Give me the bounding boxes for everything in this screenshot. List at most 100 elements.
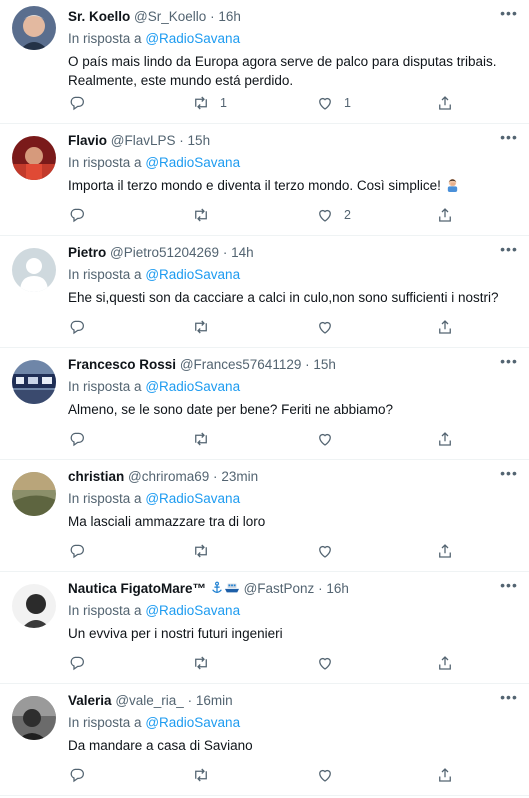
share-button[interactable] (436, 93, 454, 113)
author-handle[interactable]: @FastPonz (244, 581, 315, 596)
reply-button[interactable] (68, 653, 96, 673)
reply-button[interactable] (68, 541, 96, 561)
heart-icon (319, 321, 331, 334)
more-icon[interactable]: ••• (499, 578, 519, 594)
retweet-button[interactable] (192, 653, 220, 673)
author-name[interactable]: Flavio (68, 133, 107, 148)
author-handle[interactable]: @vale_ria_ (115, 693, 184, 708)
timestamp[interactable]: 16h (218, 9, 241, 24)
author-handle[interactable]: @Sr_Koello (134, 9, 206, 24)
facepalm-emoji-icon (445, 177, 460, 197)
retweet-icon (195, 656, 207, 670)
retweet-button[interactable] (192, 429, 220, 449)
author-handle[interactable]: @FlavLPS (111, 133, 176, 148)
more-icon[interactable]: ••• (499, 690, 519, 706)
mention-link[interactable]: @RadioSavana (145, 31, 240, 46)
author-handle[interactable]: @Pietro51204269 (110, 245, 219, 260)
tweet-text: Ma lasciali ammazzare tra di loro (68, 514, 266, 529)
reply-icon (70, 544, 85, 559)
more-icon[interactable]: ••• (499, 242, 519, 258)
reply-context: In risposta a @RadioSavana (68, 491, 241, 506)
like-button[interactable] (316, 541, 344, 561)
reply-feed: Sr. Koello @Sr_Koello · 16h In risposta … (0, 0, 529, 798)
author-name[interactable]: Nautica FigatoMare™ (68, 581, 206, 596)
retweet-button[interactable] (192, 317, 220, 337)
timestamp[interactable]: 23min (221, 469, 258, 484)
ship-emoji-icon (224, 581, 240, 596)
like-button[interactable] (316, 429, 344, 449)
like-button[interactable]: 2 (316, 205, 351, 225)
like-button[interactable] (316, 317, 344, 337)
avatar[interactable] (12, 696, 56, 740)
tweet-text: O país mais lindo da Europa agora serve … (68, 54, 497, 88)
more-icon[interactable]: ••• (499, 130, 519, 146)
share-button[interactable] (436, 429, 454, 449)
retweet-icon (195, 768, 207, 782)
more-icon[interactable]: ••• (499, 466, 519, 482)
tweet[interactable]: christian @chriroma69 · 23min In rispost… (0, 460, 529, 572)
share-button[interactable] (436, 541, 454, 561)
share-button[interactable] (436, 653, 454, 673)
mention-link[interactable]: @RadioSavana (145, 603, 240, 618)
mention-link[interactable]: @RadioSavana (145, 491, 240, 506)
reply-context: In risposta a @RadioSavana (68, 155, 241, 170)
author-name[interactable]: Sr. Koello (68, 9, 130, 24)
timestamp[interactable]: 16h (326, 581, 349, 596)
action-bar: 2 (68, 205, 517, 225)
retweet-icon (195, 96, 207, 110)
retweet-icon (195, 208, 207, 222)
retweet-button[interactable] (192, 765, 220, 785)
retweet-button[interactable]: 1 (192, 93, 227, 113)
reply-icon (70, 320, 85, 335)
reply-context: In risposta a @RadioSavana (68, 267, 241, 282)
timestamp[interactable]: 15h (313, 357, 336, 372)
more-icon[interactable]: ••• (499, 6, 519, 22)
tweet[interactable]: Nautica FigatoMare™ @FastPonz · 16h In r… (0, 572, 529, 684)
mention-link[interactable]: @RadioSavana (145, 267, 240, 282)
heart-icon (319, 433, 331, 446)
share-button[interactable] (436, 317, 454, 337)
more-icon[interactable]: ••• (499, 354, 519, 370)
mention-link[interactable]: @RadioSavana (145, 715, 240, 730)
author-handle[interactable]: @chriroma69 (128, 469, 209, 484)
mention-link[interactable]: @RadioSavana (145, 155, 240, 170)
timestamp[interactable]: 14h (231, 245, 254, 260)
action-bar (68, 653, 517, 673)
reply-button[interactable] (68, 317, 96, 337)
timestamp[interactable]: 15h (188, 133, 211, 148)
share-button[interactable] (436, 765, 454, 785)
reply-icon (70, 656, 85, 671)
avatar[interactable] (12, 472, 56, 516)
author-name[interactable]: Francesco Rossi (68, 357, 176, 372)
avatar[interactable] (12, 136, 56, 180)
author-name[interactable]: christian (68, 469, 124, 484)
tweet[interactable]: Pietro @Pietro51204269 · 14h In risposta… (0, 236, 529, 348)
like-button[interactable] (316, 653, 344, 673)
author-handle[interactable]: @Frances57641129 (180, 357, 302, 372)
like-button[interactable]: 1 (316, 93, 351, 113)
tweet[interactable]: Francesco Rossi @Frances57641129 · 15h I… (0, 348, 529, 460)
share-button[interactable] (436, 205, 454, 225)
action-bar: 1 1 (68, 93, 517, 113)
tweet[interactable]: Flavio @FlavLPS · 15h In risposta a @Rad… (0, 124, 529, 236)
avatar[interactable] (12, 360, 56, 404)
reply-button[interactable] (68, 429, 96, 449)
avatar[interactable] (12, 248, 56, 292)
tweet-text: Da mandare a casa di Saviano (68, 738, 253, 753)
mention-link[interactable]: @RadioSavana (145, 379, 240, 394)
author-name[interactable]: Valeria (68, 693, 112, 708)
retweet-button[interactable] (192, 541, 220, 561)
reply-button[interactable] (68, 765, 96, 785)
retweet-button[interactable] (192, 205, 220, 225)
avatar[interactable] (12, 6, 56, 50)
avatar[interactable] (12, 584, 56, 628)
tweet-text-block: Importa il terzo mondo e diventa il terz… (68, 176, 517, 197)
reply-button[interactable] (68, 93, 96, 113)
like-button[interactable] (316, 765, 344, 785)
timestamp[interactable]: 16min (196, 693, 233, 708)
reply-button[interactable] (68, 205, 96, 225)
tweet[interactable]: Valeria @vale_ria_ · 16min In risposta a… (0, 684, 529, 796)
anchor-emoji-icon (210, 581, 224, 596)
author-name[interactable]: Pietro (68, 245, 106, 260)
tweet[interactable]: Sr. Koello @Sr_Koello · 16h In risposta … (0, 0, 529, 124)
